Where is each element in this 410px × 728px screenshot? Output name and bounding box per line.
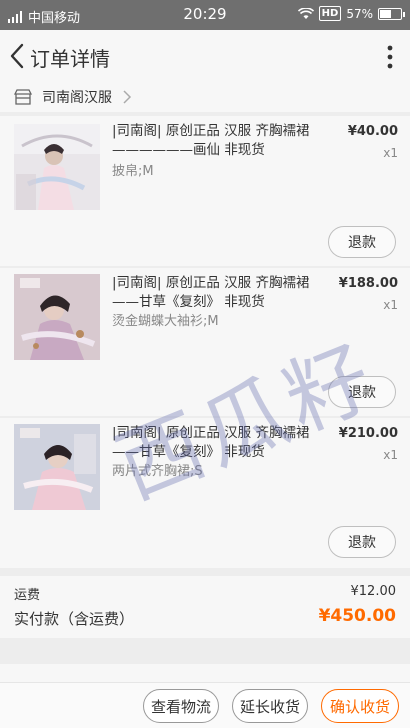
order-item[interactable]: |司南阁| 原创正品 汉服 齐胸襦裙 ——————画仙 非现货 披帛;M ¥40… bbox=[0, 116, 410, 266]
status-bar: 中国移动 20:29 HD 57% bbox=[0, 0, 410, 30]
confirm-receipt-button[interactable]: 确认收货 bbox=[321, 689, 399, 723]
refund-button[interactable]: 退款 bbox=[328, 226, 396, 258]
paid-value: ¥450.00 bbox=[318, 606, 396, 626]
shipping-label: 运费 bbox=[14, 588, 41, 603]
wifi-icon bbox=[297, 7, 314, 19]
status-right: HD 57% bbox=[297, 6, 405, 21]
product-thumbnail[interactable] bbox=[14, 274, 100, 360]
chevron-right-icon bbox=[123, 90, 132, 104]
shop-row[interactable]: 司南阁汉服 bbox=[0, 82, 410, 112]
view-logistics-button[interactable]: 查看物流 bbox=[143, 689, 219, 723]
item-title[interactable]: |司南阁| 原创正品 汉服 齐胸襦裙 ——甘草《复刻》 非现货 bbox=[112, 274, 334, 312]
bottom-action-bar: 查看物流 延长收货 确认收货 bbox=[0, 682, 410, 728]
page-title: 订单详情 bbox=[30, 47, 110, 71]
item-price: ¥188.00 bbox=[338, 276, 398, 291]
item-variant: 两片式齐胸裙;S bbox=[112, 464, 203, 479]
order-item[interactable]: |司南阁| 原创正品 汉服 齐胸襦裙 ——甘草《复刻》 非现货 两片式齐胸裙;S… bbox=[0, 418, 410, 568]
item-quantity: x1 bbox=[383, 448, 398, 462]
item-price: ¥40.00 bbox=[347, 124, 398, 139]
shipping-value: ¥12.00 bbox=[350, 584, 397, 599]
order-item[interactable]: |司南阁| 原创正品 汉服 齐胸襦裙 ——甘草《复刻》 非现货 烫金蝴蝶大袖衫;… bbox=[0, 268, 410, 416]
extend-receipt-button[interactable]: 延长收货 bbox=[232, 689, 308, 723]
refund-button[interactable]: 退款 bbox=[328, 376, 396, 408]
refund-button[interactable]: 退款 bbox=[328, 526, 396, 558]
item-variant: 披帛;M bbox=[112, 164, 154, 179]
next-section-card bbox=[0, 664, 410, 682]
hd-badge: HD bbox=[318, 6, 342, 21]
product-thumbnail[interactable] bbox=[14, 424, 100, 510]
more-vertical-icon[interactable] bbox=[386, 44, 394, 70]
app-header: 订单详情 bbox=[0, 30, 410, 82]
battery-percent: 57% bbox=[346, 6, 373, 21]
back-chevron-icon[interactable] bbox=[6, 42, 32, 70]
paid-label: 实付款（含运费） bbox=[14, 610, 135, 628]
item-price: ¥210.00 bbox=[338, 426, 398, 441]
item-title[interactable]: |司南阁| 原创正品 汉服 齐胸襦裙 ——————画仙 非现货 bbox=[112, 122, 334, 160]
battery-level bbox=[380, 9, 392, 18]
item-title[interactable]: |司南阁| 原创正品 汉服 齐胸襦裙 ——甘草《复刻》 非现货 bbox=[112, 424, 334, 462]
item-quantity: x1 bbox=[383, 298, 398, 312]
item-quantity: x1 bbox=[383, 146, 398, 160]
item-variant: 烫金蝴蝶大袖衫;M bbox=[112, 314, 219, 329]
order-totals: 运费 ¥12.00 实付款（含运费） ¥450.00 bbox=[0, 576, 410, 638]
product-thumbnail[interactable] bbox=[14, 124, 100, 210]
battery-icon bbox=[378, 7, 405, 20]
store-icon bbox=[14, 89, 32, 105]
shop-name[interactable]: 司南阁汉服 bbox=[42, 87, 112, 107]
